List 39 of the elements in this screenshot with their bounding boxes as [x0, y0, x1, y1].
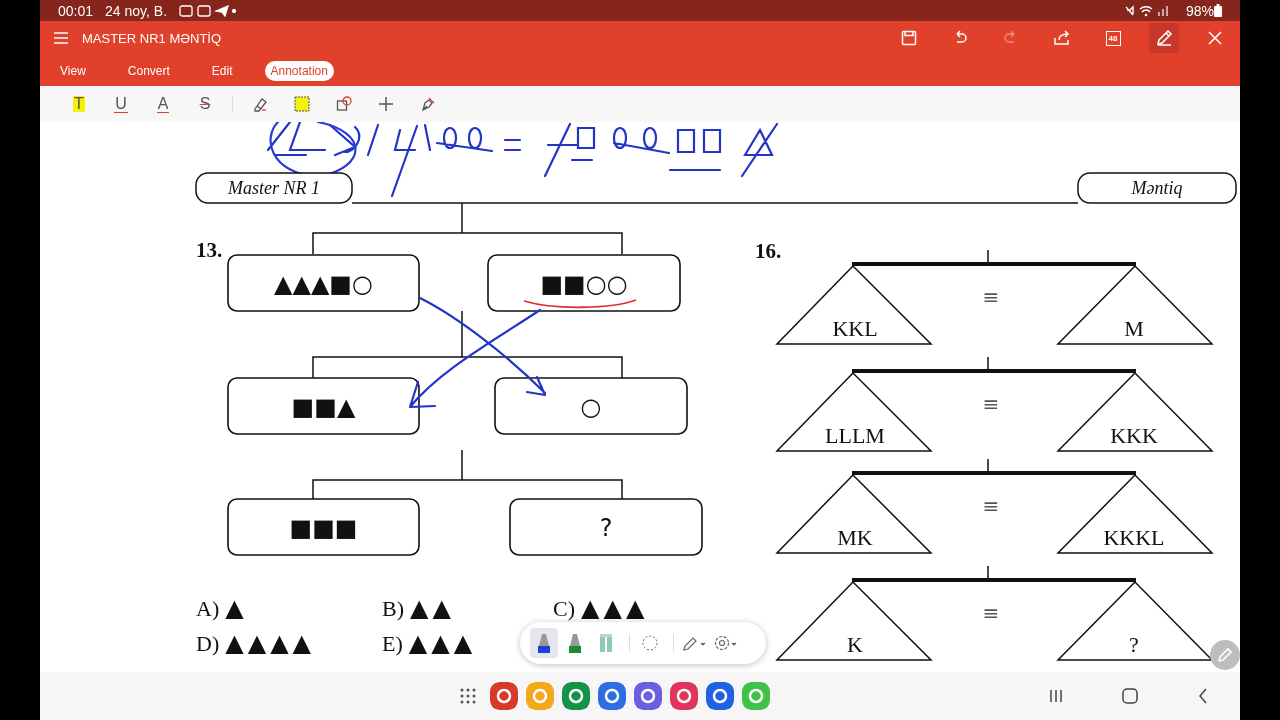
problem-number: 16.: [755, 239, 782, 263]
answer-option: D) ▲▲▲▲: [196, 629, 316, 657]
equivalence-sign: ≡: [982, 601, 1000, 625]
color-text-tool[interactable]: A: [142, 91, 184, 117]
answer-option: A) ▲: [196, 594, 248, 622]
weight-label: KKKL: [1103, 525, 1165, 550]
weight-label: M: [1124, 316, 1144, 341]
menu-tab[interactable]: Convert: [121, 60, 176, 81]
shape-sequence: ■■■: [289, 514, 358, 542]
weight-label: KKL: [832, 316, 878, 341]
menu-tab[interactable]: View: [54, 60, 92, 81]
underline-tool[interactable]: U: [100, 91, 142, 117]
highlight-tool[interactable]: T: [58, 91, 100, 117]
shape-sequence: ■■○○: [540, 270, 628, 298]
shape-sequence: ■■▲: [291, 393, 356, 421]
shape-sequence: ▲▲▲■○: [274, 270, 373, 298]
header-title: Master NR 1: [228, 178, 320, 198]
answer-option: E) ▲▲▲: [382, 629, 477, 657]
battery-level: 98%: [1185, 2, 1214, 19]
weight-label: ?: [1129, 632, 1139, 657]
weight-label: K: [847, 632, 863, 657]
shape-sequence: ?: [599, 514, 613, 542]
equivalence-sign: ≡: [982, 285, 1000, 309]
document-title: MASTER NR1 MƏNTİQ: [82, 30, 222, 46]
page-count-button[interactable]: 48: [1098, 23, 1128, 53]
answer-option: B) ▲▲: [382, 594, 455, 622]
equivalence-sign: ≡: [982, 494, 1000, 518]
equivalence-sign: ≡: [982, 392, 1000, 416]
answer-option: C) ▲▲▲: [553, 594, 649, 622]
menu-tab[interactable]: Edit: [205, 60, 239, 81]
date: 24 noy, B.: [105, 2, 168, 19]
weight-label: KKK: [1110, 423, 1158, 448]
menu-tab[interactable]: Annotation: [264, 60, 334, 81]
problem-number: 13.: [196, 238, 223, 262]
clock: 00:01: [58, 2, 94, 19]
header-title: Məntiq: [1131, 178, 1183, 198]
weight-label: LLLM: [825, 423, 885, 448]
shape-sequence: ○: [580, 393, 602, 421]
weight-label: MK: [837, 525, 873, 550]
